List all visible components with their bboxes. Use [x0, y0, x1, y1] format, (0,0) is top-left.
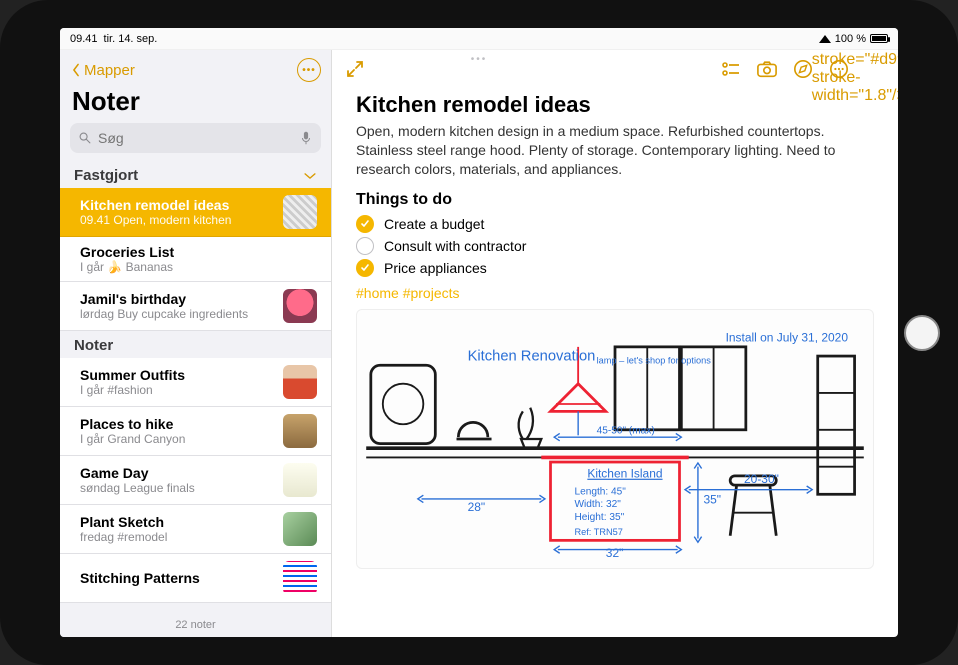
markup-button[interactable] — [792, 58, 814, 80]
battery-percent: 100 % — [835, 33, 866, 45]
todo-label: Price appliances — [384, 260, 487, 276]
note-thumbnail — [283, 365, 317, 399]
svg-text:Install on July 31, 2020: Install on July 31, 2020 — [726, 330, 849, 344]
note-thumbnail — [283, 289, 317, 323]
note-detail: .5" fill="none" stroke="#d99b00" stroke-… — [332, 50, 898, 637]
todo-item[interactable]: Create a budget — [356, 215, 874, 233]
checkbox-checked-icon[interactable] — [356, 259, 374, 277]
checkbox-checked-icon[interactable] — [356, 215, 374, 233]
sidebar-title: Noter — [60, 86, 331, 123]
note-body[interactable]: Kitchen remodel ideas Open, modern kitch… — [332, 88, 898, 637]
svg-text:20-30": 20-30" — [744, 472, 779, 486]
back-label: Mapper — [84, 62, 135, 79]
wifi-icon — [819, 35, 831, 43]
list-item[interactable]: Summer OutfitsI går #fashion — [60, 358, 331, 407]
list-item[interactable]: Places to hikeI går Grand Canyon — [60, 407, 331, 456]
todo-label: Consult with contractor — [384, 238, 526, 254]
camera-button[interactable] — [756, 58, 778, 80]
multitask-handle[interactable]: ••• — [471, 54, 488, 65]
todo-item[interactable]: Price appliances — [356, 259, 874, 277]
checklist-button[interactable] — [720, 58, 742, 80]
list-item[interactable]: Kitchen remodel ideas09.41 Open, modern … — [60, 188, 331, 237]
pinned-header[interactable]: Fastgjort — [60, 161, 331, 188]
note-toolbar: .5" fill="none" stroke="#d99b00" stroke-… — [332, 50, 898, 88]
list-item[interactable]: Plant Sketchfredag #remodel — [60, 505, 331, 554]
list-item[interactable]: Stitching Patterns — [60, 554, 331, 603]
sidebar-footer-count: 22 noter — [60, 613, 331, 637]
svg-text:Length: 45": Length: 45" — [574, 486, 626, 497]
svg-text:28": 28" — [468, 500, 486, 514]
svg-text:Ref: TRN57: Ref: TRN57 — [574, 527, 622, 537]
note-subheading[interactable]: Things to do — [356, 191, 874, 209]
todo-label: Create a budget — [384, 216, 484, 232]
note-tags[interactable]: #home #projects — [356, 285, 874, 301]
note-title[interactable]: Kitchen remodel ideas — [356, 92, 874, 118]
home-button[interactable] — [904, 315, 940, 351]
note-thumbnail — [283, 414, 317, 448]
svg-text:35": 35" — [703, 492, 721, 506]
svg-text:Width: 32": Width: 32" — [574, 499, 621, 510]
note-sketch[interactable]: Kitchen Renovation Install on July 31, 2… — [356, 309, 874, 569]
note-thumbnail — [283, 463, 317, 497]
back-button[interactable]: Mapper — [70, 62, 135, 79]
status-time: 09.41 — [70, 33, 98, 45]
search-input[interactable] — [98, 130, 293, 146]
expand-button[interactable] — [344, 58, 366, 80]
ellipsis-icon: ••• — [302, 65, 316, 76]
svg-text:32": 32" — [606, 546, 624, 560]
battery-icon — [870, 34, 888, 43]
svg-text:Kitchen Island: Kitchen Island — [587, 466, 662, 480]
status-bar: 09.41 tir. 14. sep. 100 % — [60, 28, 898, 50]
list-item[interactable]: Game Daysøndag League finals — [60, 456, 331, 505]
sidebar-more-button[interactable]: ••• — [297, 58, 321, 82]
chevron-left-icon — [70, 63, 82, 77]
svg-text:Height: 35": Height: 35" — [574, 512, 624, 523]
svg-text:45-50" (max): 45-50" (max) — [597, 425, 655, 436]
note-thumbnail — [283, 195, 317, 229]
note-paragraph[interactable]: Open, modern kitchen design in a medium … — [356, 122, 874, 179]
notes-header[interactable]: Noter — [60, 331, 331, 358]
compose-button[interactable]: .5" fill="none" stroke="#d99b00" stroke-… — [864, 58, 886, 80]
status-date: tir. 14. sep. — [104, 33, 158, 45]
note-thumbnail — [283, 512, 317, 546]
svg-text:Kitchen Renovation: Kitchen Renovation — [468, 348, 596, 364]
chevron-down-icon — [303, 169, 317, 183]
list-item[interactable]: Jamil's birthdaylørdag Buy cupcake ingre… — [60, 282, 331, 331]
mic-icon[interactable] — [299, 131, 313, 145]
search-field[interactable] — [70, 123, 321, 153]
list-item[interactable]: Groceries ListI går 🍌 Bananas — [60, 237, 331, 282]
checkbox-unchecked-icon[interactable] — [356, 237, 374, 255]
note-thumbnail — [283, 561, 317, 595]
svg-text:lamp – let's shop for options: lamp – let's shop for options — [597, 355, 712, 365]
todo-item[interactable]: Consult with contractor — [356, 237, 874, 255]
notes-sidebar: Mapper ••• Noter Fastgjort K — [60, 50, 332, 637]
search-icon — [78, 131, 92, 145]
